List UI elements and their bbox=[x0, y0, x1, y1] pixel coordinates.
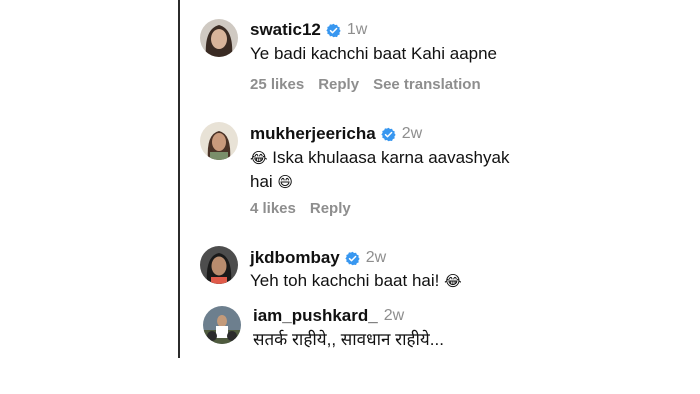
avatar[interactable] bbox=[203, 306, 241, 344]
timestamp: 2w bbox=[365, 249, 387, 266]
verified-badge-icon bbox=[381, 127, 396, 141]
see-translation-button[interactable]: See translation bbox=[373, 76, 481, 93]
timestamp: 1w bbox=[346, 21, 368, 38]
grinning-emoji-icon: 😄 bbox=[277, 173, 294, 191]
comment-text: Ye badi kachchi baat Kahi aapne bbox=[250, 44, 498, 63]
likes-count[interactable]: 25 likes bbox=[250, 76, 304, 93]
username[interactable]: mukherjeericha bbox=[250, 124, 376, 144]
timestamp: 2w bbox=[401, 125, 423, 142]
reply-button[interactable]: Reply bbox=[310, 200, 351, 217]
verified-badge-icon bbox=[345, 251, 360, 265]
username[interactable]: swatic12 bbox=[250, 20, 321, 40]
timestamp: 2w bbox=[383, 307, 405, 324]
laughing-emoji-icon: 😂 bbox=[444, 272, 462, 290]
thread-divider-line bbox=[178, 0, 180, 358]
avatar[interactable] bbox=[200, 246, 238, 284]
comment-text-body: Yeh toh kachchi baat hai! bbox=[250, 271, 440, 290]
comment-text-line2: hai bbox=[250, 172, 273, 191]
comment-text: 😂 Iska khulaasa karna aavashyak hai 😄 bbox=[250, 146, 509, 194]
laughing-emoji-icon: 😂 bbox=[250, 149, 268, 167]
likes-count[interactable]: 4 likes bbox=[250, 200, 296, 217]
verified-badge-icon bbox=[326, 23, 341, 37]
comment-text-line1: Iska khulaasa karna aavashyak bbox=[272, 148, 510, 167]
username[interactable]: iam_pushkard_ bbox=[253, 306, 378, 326]
comment-text: Yeh toh kachchi baat hai! 😂 bbox=[250, 269, 462, 293]
comment-text: सतर्क राहीये,, सावधान राहीये... bbox=[253, 330, 444, 349]
avatar[interactable] bbox=[200, 19, 238, 57]
reply-button[interactable]: Reply bbox=[318, 76, 359, 93]
username[interactable]: jkdbombay bbox=[250, 248, 340, 268]
avatar[interactable] bbox=[200, 122, 238, 160]
